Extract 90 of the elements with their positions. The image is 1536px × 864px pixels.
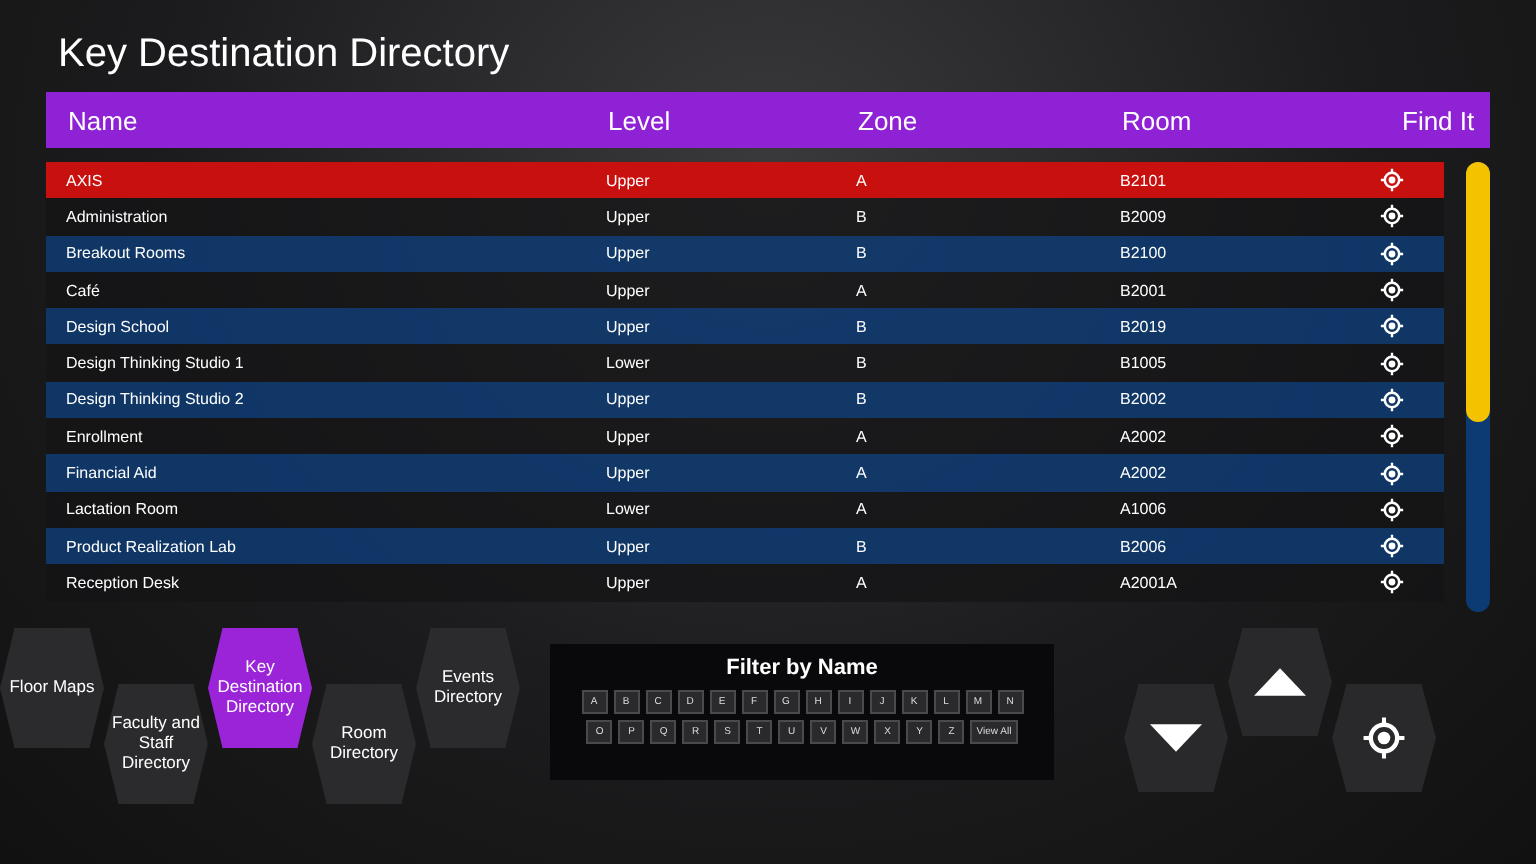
level-cell-text: Upper bbox=[604, 207, 650, 226]
table-row[interactable]: Lactation Room Lower A A1006 bbox=[46, 491, 1444, 528]
name-cell-text: Reception Desk bbox=[64, 573, 179, 592]
name-cell-text: Financial Aid bbox=[64, 464, 157, 483]
column-header: Find It bbox=[1400, 105, 1477, 135]
locate-icon[interactable] bbox=[1380, 424, 1404, 449]
room-cell-text: A2001A bbox=[1118, 573, 1177, 592]
locate-icon[interactable] bbox=[1380, 387, 1404, 412]
zone-cell-text: B bbox=[854, 317, 867, 336]
table-row[interactable]: Café Upper A B2001 bbox=[46, 271, 1444, 309]
room-cell-text: B2019 bbox=[1118, 317, 1167, 336]
level-cell-text: Upper bbox=[604, 317, 650, 336]
nav-tile[interactable]: Floor Maps bbox=[0, 628, 104, 748]
zone-cell-text: A bbox=[854, 464, 867, 483]
room-cell-text: B2100 bbox=[1118, 244, 1167, 263]
table-row[interactable]: Design School Upper B B2019 bbox=[46, 308, 1444, 345]
room-cell-text: B1005 bbox=[1118, 354, 1167, 373]
down-triangle-icon bbox=[1150, 724, 1202, 752]
room-cell-text: B2101 bbox=[1118, 171, 1167, 190]
locate-icon[interactable] bbox=[1380, 351, 1404, 376]
level-cell-text: Lower bbox=[604, 354, 650, 373]
room-cell-text: B2009 bbox=[1118, 207, 1167, 226]
name-cell-text: Product Realization Lab bbox=[64, 537, 236, 556]
scroll-up-button[interactable] bbox=[1228, 628, 1332, 736]
nav-tile[interactable]: Key Destination Directory bbox=[208, 628, 312, 748]
level-cell-text: Upper bbox=[604, 464, 650, 483]
column-header: Zone bbox=[856, 105, 918, 135]
zone-cell-text: A bbox=[854, 171, 867, 190]
zone-cell-text: A bbox=[854, 427, 867, 446]
name-cell-text: Administration bbox=[64, 207, 168, 226]
locate-icon[interactable] bbox=[1380, 314, 1404, 339]
level-cell-text: Upper bbox=[604, 573, 650, 592]
zone-cell-text: A bbox=[854, 281, 867, 300]
zone-cell-text: B bbox=[854, 537, 867, 556]
table-row[interactable]: Administration Upper B B2009 bbox=[46, 198, 1444, 236]
name-cell-text: AXIS bbox=[64, 171, 103, 190]
level-cell-text: Upper bbox=[604, 390, 650, 409]
room-cell-text: B2002 bbox=[1118, 390, 1167, 409]
locate-icon[interactable] bbox=[1380, 241, 1404, 266]
room-cell-text: A2002 bbox=[1118, 464, 1167, 483]
level-cell-text: Upper bbox=[604, 427, 650, 446]
locate-button[interactable] bbox=[1332, 684, 1436, 792]
locate-icon bbox=[1362, 716, 1406, 760]
locate-icon[interactable] bbox=[1380, 534, 1404, 559]
name-cell-text: Design Thinking Studio 1 bbox=[64, 354, 244, 373]
level-cell-text: Lower bbox=[604, 500, 650, 519]
name-cell-text: Enrollment bbox=[64, 427, 143, 446]
zone-cell-text: A bbox=[854, 500, 867, 519]
locate-icon[interactable] bbox=[1380, 204, 1404, 229]
room-cell-text: B2001 bbox=[1118, 281, 1167, 300]
table-row[interactable]: AXIS Upper A B2101 bbox=[46, 162, 1444, 199]
column-header: Name bbox=[66, 105, 138, 135]
nav-tile[interactable]: Room Directory bbox=[312, 684, 416, 804]
level-cell-text: Upper bbox=[604, 244, 650, 263]
level-cell-text: Upper bbox=[604, 171, 650, 190]
locate-icon[interactable] bbox=[1380, 570, 1404, 595]
table-row[interactable]: Design Thinking Studio 2 Upper B B2002 bbox=[46, 381, 1444, 419]
column-header: Level bbox=[606, 105, 671, 135]
nav-tile[interactable]: Faculty and Staff Directory bbox=[104, 684, 208, 804]
zone-cell-text: B bbox=[854, 390, 867, 409]
zone-cell-text: B bbox=[854, 244, 867, 263]
locate-icon[interactable] bbox=[1380, 278, 1404, 303]
nav-tile[interactable]: Events Directory bbox=[416, 628, 520, 748]
scroll-down-button[interactable] bbox=[1124, 684, 1228, 792]
table-row[interactable]: Financial Aid Upper A A2002 bbox=[46, 454, 1444, 492]
name-cell-text: Café bbox=[64, 281, 100, 300]
locate-icon[interactable] bbox=[1380, 461, 1404, 486]
level-cell-text: Upper bbox=[604, 537, 650, 556]
name-cell-text: Design School bbox=[64, 317, 170, 336]
zone-cell-text: B bbox=[854, 207, 867, 226]
filter-title: Filter by Name bbox=[726, 656, 878, 680]
scrollbar-thumb[interactable] bbox=[1466, 162, 1490, 422]
room-cell-text: A2002 bbox=[1118, 427, 1167, 446]
level-cell-text: Upper bbox=[604, 281, 650, 300]
name-cell-text: Design Thinking Studio 2 bbox=[64, 390, 244, 409]
locate-icon[interactable] bbox=[1380, 497, 1404, 522]
zone-cell-text: A bbox=[854, 573, 867, 592]
page-title: Key Destination Directory bbox=[58, 30, 512, 80]
table-row[interactable]: Product Realization Lab Upper B B2006 bbox=[46, 527, 1444, 565]
room-cell-text: B2006 bbox=[1118, 537, 1167, 556]
table-row[interactable]: Breakout Rooms Upper B B2100 bbox=[46, 235, 1444, 272]
room-cell-text: A1006 bbox=[1118, 500, 1167, 519]
column-header: Room bbox=[1120, 105, 1192, 135]
up-triangle-icon bbox=[1254, 668, 1306, 696]
name-cell-text: Lactation Room bbox=[64, 500, 179, 519]
name-cell-text: Breakout Rooms bbox=[64, 244, 186, 263]
scrollbar[interactable] bbox=[1466, 162, 1490, 612]
zone-cell-text: B bbox=[854, 354, 867, 373]
table-row[interactable]: Enrollment Upper A A2002 bbox=[46, 418, 1444, 455]
table-row[interactable]: Design Thinking Studio 1 Lower B B1005 bbox=[46, 344, 1444, 382]
